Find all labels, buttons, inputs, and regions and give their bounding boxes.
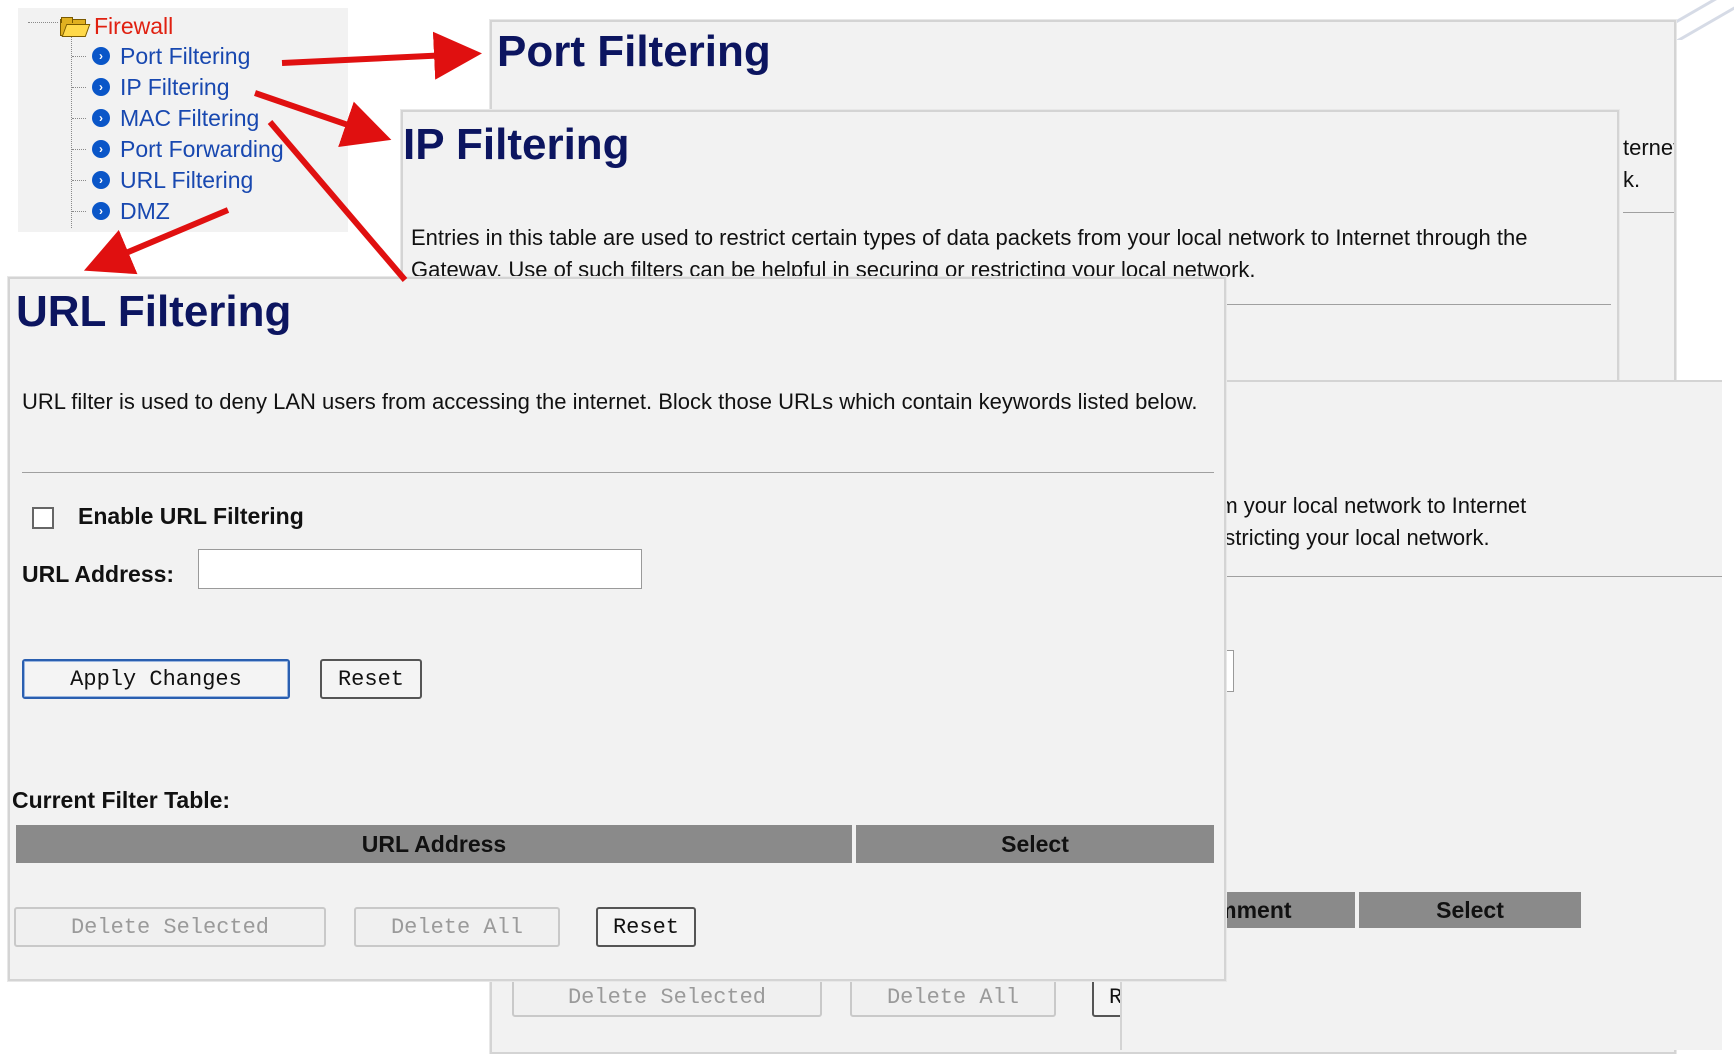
annotation-arrows xyxy=(83,31,482,282)
arrow-mac-filtering xyxy=(267,120,408,282)
arrow-port-filtering xyxy=(281,31,482,80)
arrow-url-filtering xyxy=(83,207,230,275)
